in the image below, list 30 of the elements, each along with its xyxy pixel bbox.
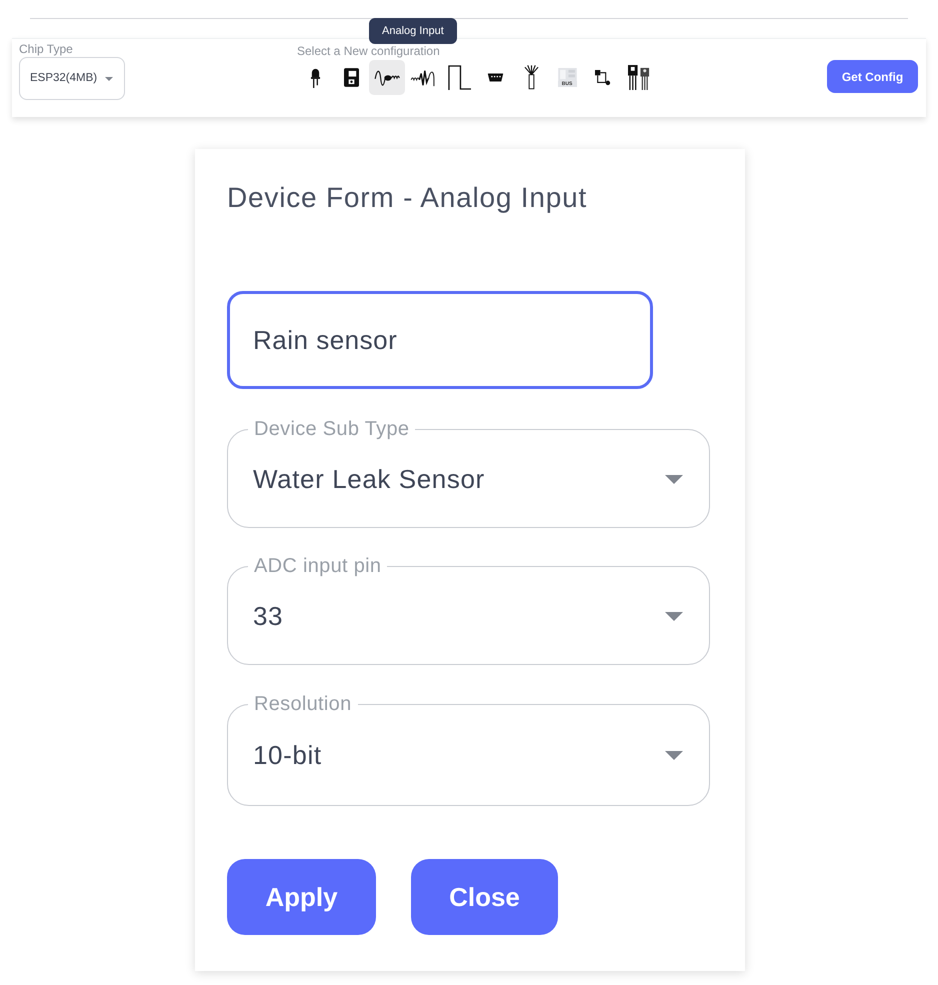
connector-icon bbox=[486, 73, 504, 82]
field-label: ADC input pin bbox=[253, 555, 382, 577]
field-label: Resolution bbox=[253, 693, 353, 715]
wave-icon bbox=[374, 68, 400, 88]
chip-icon bbox=[558, 68, 576, 81]
dropdown-caret-icon bbox=[665, 751, 683, 760]
name-input[interactable]: Rain sensor bbox=[227, 291, 653, 389]
tooltip: Analog Input bbox=[369, 18, 457, 44]
dropdown-caret-icon bbox=[665, 612, 683, 620]
device-type-button[interactable] bbox=[369, 60, 405, 95]
dropdown-caret-icon bbox=[665, 474, 683, 484]
module-icon bbox=[344, 68, 358, 87]
dropdown-caret-icon bbox=[105, 76, 113, 80]
square-pulse-icon bbox=[448, 65, 470, 90]
dropdown-field[interactable]: ADC input pin 33 bbox=[227, 555, 710, 665]
cable-icon bbox=[524, 65, 538, 90]
chip-type-select[interactable]: ESP32(4MB) bbox=[19, 57, 125, 100]
signal-wave-icon bbox=[410, 68, 436, 88]
form-button[interactable]: Close bbox=[411, 859, 558, 935]
dropdown-field[interactable]: Device Sub Type Water Leak Sensor bbox=[227, 418, 710, 528]
connected-nodes-icon bbox=[595, 70, 611, 86]
field-label: Device Sub Type bbox=[253, 418, 410, 440]
field-label: Chip Type bbox=[19, 42, 74, 56]
dropdown-field[interactable]: Resolution 10-bit bbox=[227, 693, 710, 806]
led-icon bbox=[310, 68, 320, 88]
form-button[interactable]: Apply bbox=[227, 859, 376, 935]
form-title: Device Form - Analog Input bbox=[227, 183, 588, 213]
get-config-button[interactable]: Get Config bbox=[827, 60, 918, 93]
section-label: Select a New configuration bbox=[297, 44, 441, 58]
transistor-icon bbox=[628, 65, 650, 90]
